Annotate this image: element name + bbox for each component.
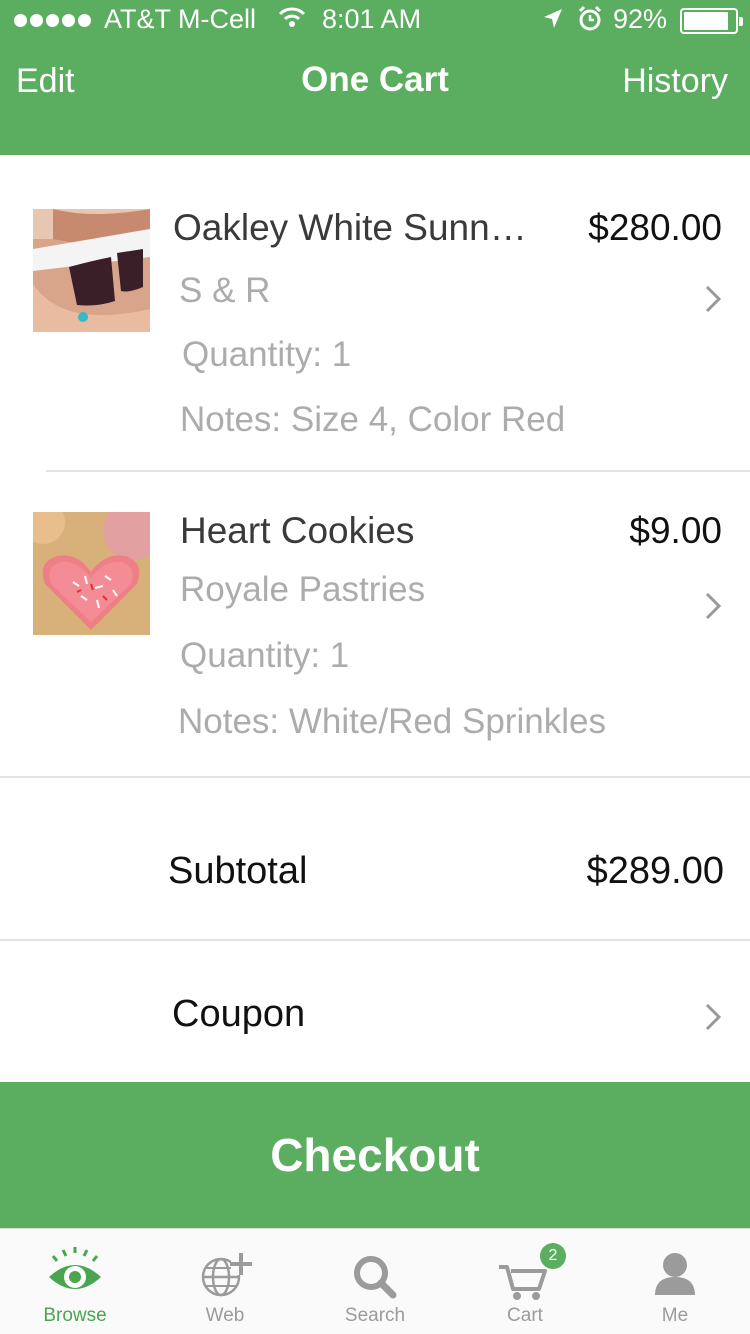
tab-web[interactable]: Web [150,1229,300,1334]
wifi-icon [278,5,306,36]
chevron-right-icon [704,279,722,324]
item-store: S & R [179,271,271,310]
status-bar: AT&T M-Cell 8:01 AM 92% [0,0,750,40]
tab-label: Browse [43,1305,107,1326]
item-notes: Notes: Size 4, Color Red [180,400,566,439]
tab-search[interactable]: Search [300,1229,450,1334]
history-button[interactable]: History [622,62,728,101]
chevron-right-icon [704,997,722,1042]
alarm-clock-icon [577,5,603,40]
chevron-right-icon [704,586,722,631]
product-image-sunglasses [33,209,150,332]
checkout-button[interactable]: Checkout [0,1082,750,1228]
tab-browse[interactable]: Browse [0,1229,150,1334]
subtotal-row: Subtotal $289.00 [0,778,750,940]
coupon-label: Coupon [172,993,306,1035]
subtotal-value: $289.00 [586,850,724,892]
globe-plus-icon [201,1253,252,1297]
top-bar: AT&T M-Cell 8:01 AM 92% Edit One Cart Hi… [0,0,750,155]
magnifier-icon [354,1256,397,1299]
person-icon [655,1253,695,1295]
cart-count-badge: 2 [540,1243,566,1269]
item-price: $280.00 [588,207,722,248]
cart-item[interactable]: Oakley White Sunn… $280.00 S & R Quantit… [0,155,750,471]
item-name: Oakley White Sunn… [173,207,527,248]
status-time: 8:01 AM [322,4,422,34]
tab-me[interactable]: Me [600,1229,750,1334]
coupon-row[interactable]: Coupon [0,941,750,1082]
item-name: Heart Cookies [180,510,415,551]
battery-icon [680,8,743,34]
item-store: Royale Pastries [180,570,426,609]
subtotal-label: Subtotal [168,850,308,892]
item-quantity: Quantity: 1 [180,636,350,675]
tab-label: Me [661,1305,689,1326]
tab-bar: Browse Web Search 2 Cart Me [0,1228,750,1334]
eye-icon [49,1247,101,1289]
product-image-cookies [33,512,150,635]
item-quantity: Quantity: 1 [182,335,352,374]
battery-percent: 92% [613,4,668,34]
item-price: $9.00 [629,510,722,551]
tab-label: Search [344,1305,406,1326]
item-notes: Notes: White/Red Sprinkles [178,702,606,741]
location-arrow-icon [540,6,566,39]
signal-strength-icon [14,14,91,27]
tab-label: Cart [507,1305,543,1326]
tab-cart[interactable]: 2 Cart [450,1229,600,1334]
carrier-name: AT&T M-Cell [104,4,257,34]
tab-label: Web [205,1305,245,1326]
cart-item[interactable]: Heart Cookies $9.00 Royale Pastries Quan… [0,472,750,776]
